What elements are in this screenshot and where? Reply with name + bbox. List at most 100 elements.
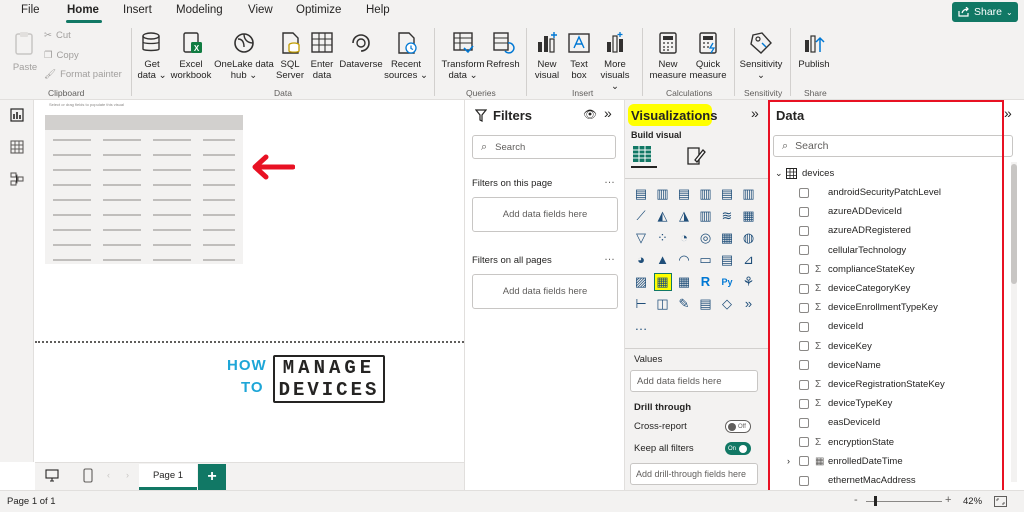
more-visuals-button[interactable]: More visuals ⌄ xyxy=(596,30,634,92)
matrix-visual-icon[interactable]: ▦ xyxy=(676,274,692,290)
collapse-visualizations-icon[interactable]: » xyxy=(751,105,759,121)
menu-tab-view[interactable]: View xyxy=(248,4,273,16)
cut-button[interactable]: ✂ Cut xyxy=(44,30,71,41)
new-visual-button[interactable]: New visual xyxy=(532,30,562,81)
sensitivity-button[interactable]: Sensitivity ⌄ xyxy=(738,30,784,81)
slicer-visual-icon[interactable]: ▨ xyxy=(633,274,649,290)
field-checkbox[interactable] xyxy=(799,456,809,467)
desktop-layout-icon[interactable] xyxy=(45,469,59,482)
power-apps-visual-icon[interactable]: ◇ xyxy=(719,296,735,312)
donut-chart-icon[interactable]: ◎ xyxy=(698,230,714,246)
clustered-bar-chart-icon[interactable]: ▤ xyxy=(676,186,692,202)
line-chart-icon[interactable]: ⟋ xyxy=(633,208,649,224)
report-view-icon[interactable] xyxy=(10,108,24,122)
field-item[interactable]: ΣdeviceRegistrationStateKey xyxy=(768,375,1008,394)
filters-search-input[interactable]: ⌕ Search xyxy=(472,135,616,159)
stacked-area-chart-icon[interactable]: ◮ xyxy=(676,208,692,224)
field-checkbox[interactable] xyxy=(799,206,809,217)
menu-tab-modeling[interactable]: Modeling xyxy=(176,4,223,16)
field-item[interactable]: deviceName xyxy=(768,356,1008,375)
more-options-icon[interactable]: … xyxy=(604,174,615,186)
multi-row-card-icon[interactable]: ▤ xyxy=(719,252,735,268)
recent-sources-button[interactable]: Recent sources ⌄ xyxy=(384,30,428,81)
field-item[interactable]: ΣdeviceCategoryKey xyxy=(768,279,1008,298)
power-automate-visual-icon[interactable]: » xyxy=(741,296,757,312)
enter-data-button[interactable]: Enter data xyxy=(306,30,338,81)
field-item[interactable]: ΣdeviceEnrollmentTypeKey xyxy=(768,298,1008,317)
field-checkbox[interactable] xyxy=(799,264,809,275)
more-visuals-icon[interactable]: … xyxy=(633,318,649,334)
field-checkbox[interactable] xyxy=(799,341,809,352)
field-item[interactable]: azureADRegistered xyxy=(768,221,1008,240)
table-visual-icon[interactable]: ▦ xyxy=(653,273,672,291)
excel-workbook-button[interactable]: X Excel workbook xyxy=(168,30,214,81)
filters-on-all-pages-dropzone[interactable]: Add data fields here xyxy=(472,274,618,309)
cross-report-toggle[interactable]: Off xyxy=(725,420,751,433)
zoom-in-button[interactable]: + xyxy=(945,494,951,506)
transform-data-button[interactable]: Transform data ⌄ xyxy=(440,30,486,81)
field-item[interactable]: deviceId xyxy=(768,317,1008,336)
field-item[interactable]: ΣdeviceTypeKey xyxy=(768,394,1008,413)
menu-tab-help[interactable]: Help xyxy=(366,4,390,16)
keep-all-filters-toggle[interactable]: On xyxy=(725,442,751,455)
field-item[interactable]: azureADDeviceId xyxy=(768,202,1008,221)
report-canvas[interactable]: Select or drag fields to populate this v… xyxy=(35,100,464,462)
field-checkbox[interactable] xyxy=(799,321,809,332)
field-checkbox[interactable] xyxy=(799,283,809,294)
share-button[interactable]: Share ⌄ xyxy=(952,2,1018,22)
field-item[interactable]: ΣcomplianceStateKey xyxy=(768,260,1008,279)
azure-map-visual-icon[interactable]: ▲ xyxy=(655,252,671,268)
field-item[interactable]: androidSecurityPatchLevel xyxy=(768,183,1008,202)
funnel-chart-icon[interactable]: ▽ xyxy=(633,230,649,246)
pie-chart-icon[interactable]: ◔ xyxy=(676,230,692,246)
dataverse-button[interactable]: Dataverse xyxy=(338,30,384,70)
menu-tab-home[interactable]: Home xyxy=(67,4,99,16)
refresh-button[interactable]: Refresh xyxy=(486,30,520,70)
chevron-left-icon[interactable]: ‹ xyxy=(107,470,110,480)
100-percent-bar-chart-icon[interactable]: ▤ xyxy=(719,186,735,202)
page-tab-page-1[interactable]: Page 1 xyxy=(139,464,197,490)
fit-to-page-icon[interactable] xyxy=(994,496,1007,507)
paste-button[interactable]: Paste xyxy=(10,30,40,73)
field-checkbox[interactable] xyxy=(799,225,809,236)
menu-tab-file[interactable]: File xyxy=(21,4,40,16)
field-checkbox[interactable] xyxy=(799,398,809,409)
mobile-layout-icon[interactable] xyxy=(83,468,93,483)
field-checkbox[interactable] xyxy=(799,187,809,198)
table-view-icon[interactable] xyxy=(10,140,24,154)
copy-button[interactable]: ❐ Copy xyxy=(44,50,79,61)
r-script-visual-icon[interactable]: R xyxy=(698,274,714,290)
card-visual-icon[interactable]: ▭ xyxy=(698,252,714,268)
filled-map-visual-icon[interactable]: ◕ xyxy=(633,252,649,268)
scrollbar-track[interactable] xyxy=(1011,162,1017,482)
scatter-chart-icon[interactable]: ⁘ xyxy=(655,230,671,246)
ribbon-chart-icon[interactable]: ≋ xyxy=(719,208,735,224)
treemap-chart-icon[interactable]: ▦ xyxy=(719,230,735,246)
table-visual-placeholder[interactable] xyxy=(45,115,243,264)
paginated-report-visual-icon[interactable]: ▤ xyxy=(698,296,714,312)
zoom-out-button[interactable]: - xyxy=(854,494,858,506)
format-visual-tab[interactable] xyxy=(685,146,707,166)
narrative-visual-icon[interactable]: ✎ xyxy=(676,296,692,312)
build-visual-tab[interactable] xyxy=(631,144,657,168)
field-checkbox[interactable] xyxy=(799,379,809,390)
onelake-data-hub-button[interactable]: OneLake data hub ⌄ xyxy=(214,30,274,81)
data-search-input[interactable]: ⌕ Search xyxy=(773,135,1013,157)
menu-tab-insert[interactable]: Insert xyxy=(123,4,152,16)
collapse-filters-icon[interactable]: » xyxy=(604,105,612,121)
field-item[interactable]: cellularTechnology xyxy=(768,241,1008,260)
text-box-button[interactable]: Text box xyxy=(564,30,594,81)
values-dropzone[interactable]: Add data fields here xyxy=(630,370,758,392)
collapse-data-icon[interactable]: » xyxy=(1004,105,1012,121)
clustered-column-chart-icon[interactable]: ▥ xyxy=(698,186,714,202)
field-checkbox[interactable] xyxy=(799,475,809,486)
zoom-slider[interactable] xyxy=(866,501,942,502)
model-view-icon[interactable] xyxy=(10,172,24,186)
filters-on-page-dropzone[interactable]: Add data fields here xyxy=(472,197,618,232)
chevron-right-icon[interactable]: › xyxy=(787,456,790,466)
field-checkbox[interactable] xyxy=(799,417,809,428)
stacked-column-chart-icon[interactable]: ▥ xyxy=(655,186,671,202)
area-chart-icon[interactable]: ◭ xyxy=(655,208,671,224)
decomposition-tree-icon[interactable]: ⊢ xyxy=(633,296,649,312)
get-data-button[interactable]: Get data ⌄ xyxy=(136,30,168,81)
